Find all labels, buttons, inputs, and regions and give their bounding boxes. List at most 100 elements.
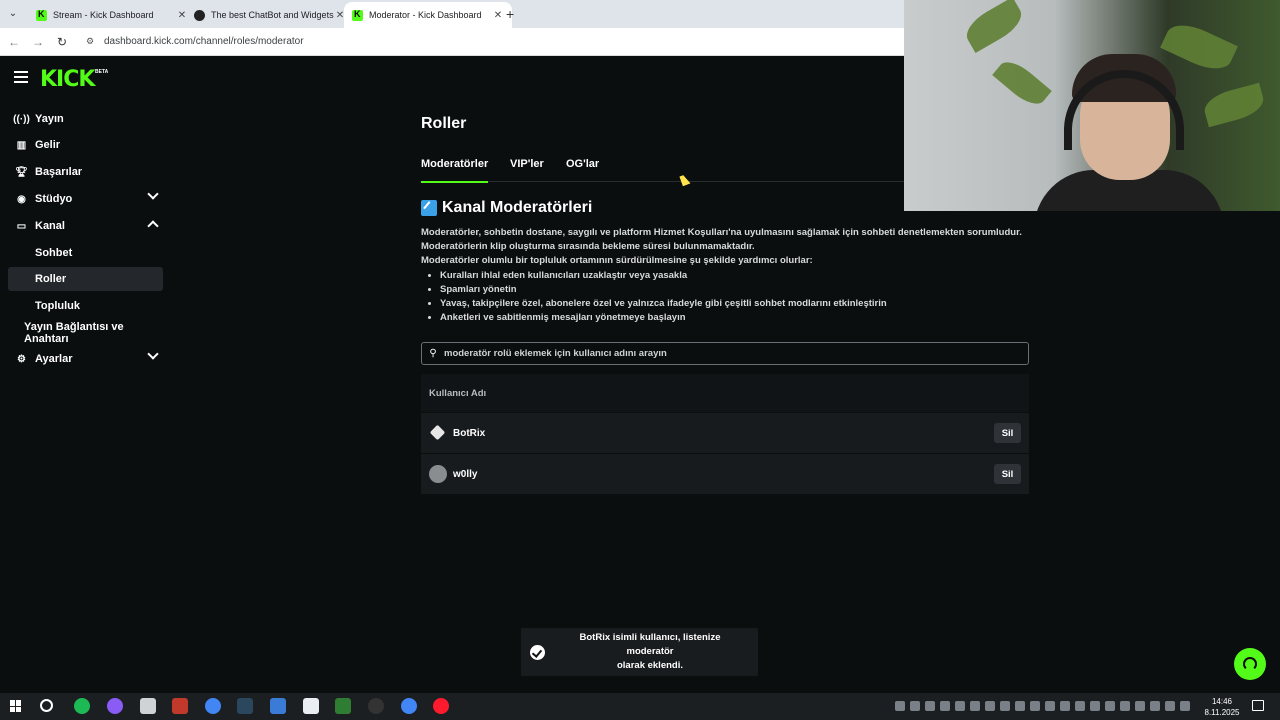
username[interactable]: w0lly — [453, 469, 994, 480]
chrome-icon[interactable] — [205, 698, 221, 714]
chrome-icon[interactable] — [393, 693, 425, 720]
description-line: Moderatörler, sohbetin dostane, saygılı … — [421, 227, 1022, 238]
menu-icon[interactable] — [14, 71, 28, 83]
settings-icon[interactable] — [140, 698, 156, 714]
sidebar-item-kanal[interactable]: ▭ Kanal — [8, 214, 163, 238]
toast-message: BotRix isimli kullanıcı, listenize moder… — [555, 631, 745, 673]
tray-icon[interactable] — [985, 701, 995, 711]
forward-icon[interactable]: → — [30, 34, 46, 50]
search-icon[interactable] — [40, 699, 53, 712]
tab-moderators[interactable]: Moderatörler — [421, 158, 489, 183]
search-icon: ⚲ — [429, 348, 437, 359]
video-editor-icon[interactable] — [172, 698, 188, 714]
site-info-icon[interactable]: ⚙ — [86, 36, 94, 47]
kick-icon — [36, 9, 47, 21]
system-tray — [895, 701, 1190, 711]
tray-icon[interactable] — [1090, 701, 1100, 711]
section-title-text: Kanal Moderatörleri — [442, 199, 593, 216]
back-icon[interactable]: ← — [6, 34, 22, 50]
notification-icon[interactable] — [1252, 700, 1264, 711]
remove-button[interactable]: Sil — [994, 423, 1021, 443]
spotify-icon[interactable] — [74, 698, 90, 714]
beta-badge: BETA — [95, 69, 109, 75]
tv-icon: ▭ — [16, 220, 27, 232]
tray-icon[interactable] — [925, 701, 935, 711]
app-icon[interactable] — [303, 698, 319, 714]
list-item: Anketleri ve sabitlenmiş mesajları yönet… — [440, 311, 887, 325]
tab-ogs[interactable]: OG'lar — [566, 158, 599, 182]
search-input[interactable] — [444, 348, 1028, 359]
tray-icon[interactable] — [1045, 701, 1055, 711]
sidebar-item-label: Sohbet — [35, 247, 73, 259]
plant-leaf — [1160, 16, 1238, 78]
tray-icon[interactable] — [910, 701, 920, 711]
plant-leaf — [1201, 82, 1267, 128]
browser-tab-botrix[interactable]: The best ChatBot and Widgets ✕ — [186, 2, 354, 28]
tray-icon[interactable] — [1120, 701, 1130, 711]
tray-icon[interactable] — [1150, 701, 1160, 711]
chevron-down-icon — [147, 188, 159, 200]
github-icon — [194, 9, 205, 21]
success-toast: BotRix isimli kullanıcı, listenize moder… — [521, 628, 758, 676]
windows-start-icon[interactable] — [10, 700, 22, 712]
sidebar-item-label: Başarılar — [35, 166, 83, 178]
sidebar-item-studyo[interactable]: ◉ Stüdyo — [8, 187, 163, 211]
tray-icon[interactable] — [1165, 701, 1175, 711]
sidebar-item-sohbet[interactable]: Sohbet — [8, 241, 163, 265]
headset-icon — [1243, 657, 1257, 671]
tray-icon[interactable] — [1000, 701, 1010, 711]
tray-icon[interactable] — [1135, 701, 1145, 711]
tab-title: Stream - Kick Dashboard — [53, 10, 154, 20]
chevron-up-icon — [147, 220, 159, 232]
page-title: Roller — [421, 115, 467, 132]
app-icon[interactable] — [335, 698, 351, 714]
sidebar-item-roller[interactable]: Roller — [8, 267, 163, 291]
moderators-table: Kullanıcı Adı BotRix Sil w0lly Sil — [421, 374, 1029, 494]
sidebar-item-stream-key[interactable]: Yayın Bağlantısı ve Anahtarı — [8, 321, 163, 345]
tray-icon[interactable] — [1030, 701, 1040, 711]
tab-search-dropdown-icon[interactable]: ⌄ — [4, 6, 22, 22]
remove-button[interactable]: Sil — [994, 464, 1021, 484]
sidebar-item-label: Yayın Bağlantısı ve Anahtarı — [24, 321, 124, 345]
new-tab-button[interactable]: + — [506, 6, 514, 22]
broadcast-icon: ((·)) — [13, 113, 30, 125]
username[interactable]: BotRix — [453, 428, 994, 439]
moderator-sword-icon — [421, 200, 437, 216]
windows-taskbar: 14:46 8.11.2025 — [0, 693, 1280, 720]
tray-icon[interactable] — [895, 701, 905, 711]
tray-icon[interactable] — [970, 701, 980, 711]
sidebar-item-topluluk[interactable]: Topluluk — [8, 294, 163, 318]
steam-icon[interactable] — [237, 698, 253, 714]
browser-tab-stream[interactable]: Stream - Kick Dashboard ✕ — [28, 2, 196, 28]
clock[interactable]: 14:46 8.11.2025 — [1202, 696, 1242, 718]
tray-icon[interactable] — [1105, 701, 1115, 711]
browser-tab-moderator[interactable]: Moderator - Kick Dashboard ✕ — [344, 2, 512, 28]
tray-icon[interactable] — [1015, 701, 1025, 711]
tray-icon[interactable] — [1075, 701, 1085, 711]
app-icon[interactable] — [270, 698, 286, 714]
sidebar-item-label: Topluluk — [35, 300, 81, 312]
toast-line: olarak eklendi. — [616, 660, 683, 671]
discord-icon[interactable] — [107, 698, 123, 714]
chart-icon: ▥ — [16, 139, 27, 151]
sidebar-item-ayarlar[interactable]: ⚙ Ayarlar — [8, 347, 163, 371]
tab-vips[interactable]: VIP'ler — [510, 158, 544, 182]
tray-icon[interactable] — [1060, 701, 1070, 711]
tray-icon[interactable] — [955, 701, 965, 711]
support-headset-button[interactable] — [1234, 648, 1266, 680]
close-tab-icon[interactable]: ✕ — [492, 10, 504, 21]
sidebar-item-yayin[interactable]: ((·)) Yayın — [8, 107, 163, 131]
tray-icon[interactable] — [940, 701, 950, 711]
sidebar-item-basarilar[interactable]: 🏆︎ Başarılar — [8, 160, 163, 184]
sidebar-item-label: Stüdyo — [35, 193, 73, 205]
obs-icon[interactable] — [368, 698, 384, 714]
reload-icon[interactable]: ↻ — [54, 34, 70, 50]
camera-icon: ◉ — [17, 193, 26, 205]
kick-icon — [352, 9, 363, 21]
tray-icon[interactable] — [1180, 701, 1190, 711]
kick-logo[interactable]: KICK — [40, 67, 95, 92]
sidebar-item-gelir[interactable]: ▥ Gelir — [8, 133, 163, 157]
opera-icon[interactable] — [433, 698, 449, 714]
url-field[interactable]: dashboard.kick.com/channel/roles/moderat… — [104, 36, 304, 47]
sidebar-item-label: Gelir — [35, 139, 61, 151]
